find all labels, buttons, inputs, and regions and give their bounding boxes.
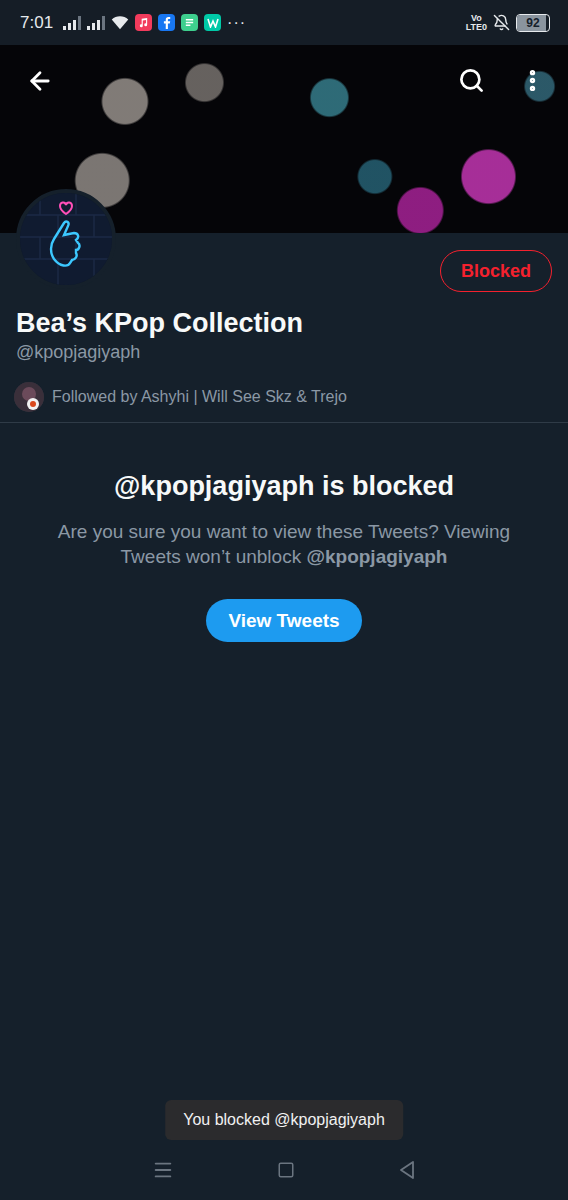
finger-heart-icon bbox=[20, 193, 112, 285]
status-left: 7:01 ··· bbox=[20, 13, 246, 33]
status-overflow: ··· bbox=[227, 14, 246, 32]
recents-button[interactable] bbox=[146, 1158, 180, 1182]
wifi-icon bbox=[111, 15, 129, 30]
battery-icon: 92 bbox=[516, 14, 550, 32]
status-time: 7:01 bbox=[20, 13, 53, 33]
profile-screen: 7:01···VoLTE092BlockedBea’s KPop Collect… bbox=[0, 0, 568, 1200]
profile-avatar[interactable] bbox=[16, 189, 116, 289]
navigation-bar bbox=[0, 1140, 568, 1200]
facebook-app-icon bbox=[158, 14, 175, 31]
music-app-icon bbox=[135, 14, 152, 31]
more-button[interactable] bbox=[515, 63, 550, 98]
home-button[interactable] bbox=[271, 1160, 301, 1180]
volte-label: VoLTE0 bbox=[466, 14, 487, 32]
back-nav-button[interactable] bbox=[392, 1159, 422, 1181]
back-triangle-icon bbox=[398, 1160, 416, 1180]
back-button[interactable] bbox=[22, 63, 58, 99]
back-arrow-icon bbox=[26, 67, 54, 95]
profile-handle: @kpopjagiyaph bbox=[16, 340, 552, 364]
follower-avatar bbox=[14, 382, 44, 412]
view-tweets-button[interactable]: View Tweets bbox=[206, 599, 361, 642]
status-right: VoLTE0 92 bbox=[466, 14, 550, 32]
signal-icon bbox=[87, 16, 105, 30]
followed-by-row[interactable]: Followed by Ashyhi | Will See Skz & Trej… bbox=[14, 382, 552, 412]
blocked-button[interactable]: Blocked bbox=[440, 250, 552, 292]
profile-info: Bea’s KPop Collection@kpopjagiyaph Follow… bbox=[0, 292, 568, 423]
toast: You blocked @kpopjagiyaph bbox=[165, 1100, 403, 1140]
mute-icon bbox=[493, 14, 510, 31]
blocked-title: @kpopjagiyaph is blocked bbox=[114, 469, 454, 503]
blocked-notice: @kpopjagiyaph is blocked Are you sure you… bbox=[0, 423, 568, 1140]
followed-by-text: Followed by Ashyhi | Will See Skz & Trej… bbox=[52, 388, 347, 406]
webtoon-app-icon bbox=[204, 14, 221, 31]
signal-icon bbox=[63, 16, 81, 30]
menu-icon bbox=[152, 1159, 174, 1181]
profile-name: Bea’s KPop Collection bbox=[16, 306, 552, 340]
follower-avatar-icon bbox=[14, 382, 44, 412]
more-icon bbox=[519, 67, 546, 94]
notes-app-icon bbox=[181, 14, 198, 31]
search-icon bbox=[458, 67, 485, 94]
status-bar: 7:01 ··· VoLTE0 92 bbox=[0, 0, 568, 45]
home-icon bbox=[277, 1161, 295, 1179]
search-button[interactable] bbox=[454, 63, 489, 98]
blocked-message: Are you sure you want to view these Twee… bbox=[49, 519, 519, 569]
